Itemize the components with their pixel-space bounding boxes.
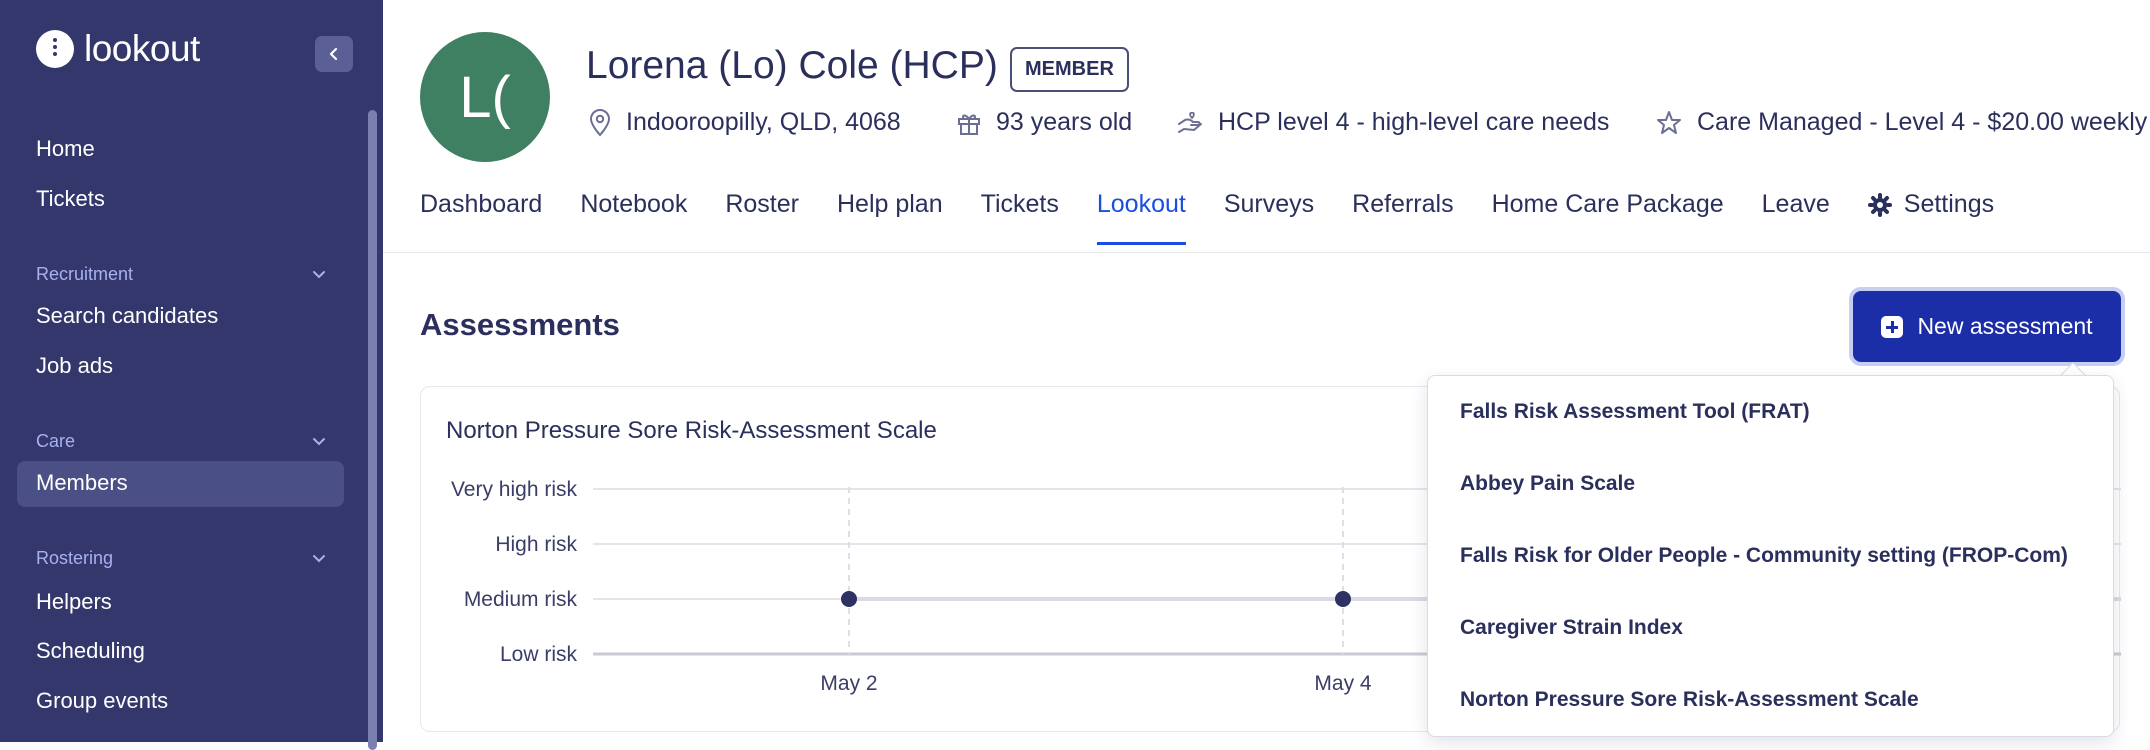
member-badge: MEMBER: [1010, 47, 1129, 92]
chevron-left-icon: [329, 47, 338, 61]
member-tabs: Dashboard Notebook Roster Help plan Tick…: [420, 190, 1994, 245]
data-point: [1335, 591, 1351, 607]
tab-tickets[interactable]: Tickets: [981, 190, 1059, 245]
gear-icon: [1867, 192, 1892, 217]
tab-settings[interactable]: Settings: [1867, 190, 1995, 245]
avatar: L(: [420, 32, 550, 162]
location-text: Indooroopilly, QLD, 4068: [626, 108, 901, 136]
chevron-down-icon: [313, 437, 325, 445]
sidebar-item-search-candidates[interactable]: Search candidates: [36, 303, 218, 329]
section-title: Assessments: [420, 307, 620, 342]
tab-dashboard[interactable]: Dashboard: [420, 190, 542, 245]
menu-item-abbey-pain-scale[interactable]: Abbey Pain Scale: [1460, 472, 1635, 496]
tab-leave[interactable]: Leave: [1762, 190, 1830, 245]
new-assessment-button[interactable]: New assessment: [1853, 291, 2121, 362]
sidebar-item-tickets[interactable]: Tickets: [36, 186, 105, 212]
y-tick-label: Low risk: [500, 643, 578, 666]
tab-label: Leave: [1761, 190, 1830, 218]
x-tick-label: May 4: [1314, 672, 1372, 695]
section-label: Rostering: [36, 548, 114, 568]
section-label: Care: [36, 431, 76, 451]
tab-home-care-package[interactable]: Home Care Package: [1492, 190, 1724, 245]
chevron-down-icon: [313, 554, 325, 562]
plus-square-icon: [1881, 315, 1904, 338]
sidebar-item-home[interactable]: Home: [36, 136, 95, 162]
new-assessment-menu: Falls Risk Assessment Tool (FRAT) Abbey …: [1427, 375, 2114, 737]
y-tick-label: Very high risk: [451, 478, 578, 501]
care-level-meta: HCP level 4 - high-level care needs: [1176, 108, 1609, 137]
menu-item-frat[interactable]: Falls Risk Assessment Tool (FRAT): [1460, 400, 1810, 424]
menu-item-caregiver-strain-index[interactable]: Caregiver Strain Index: [1460, 616, 1683, 640]
menu-item-frop-com[interactable]: Falls Risk for Older People - Community …: [1460, 544, 2068, 568]
location-pin-icon: [589, 108, 611, 136]
logo-text: lookout: [84, 28, 200, 69]
tab-label: Notebook: [580, 190, 688, 218]
x-tick-label: May 2: [820, 672, 877, 695]
y-tick-label: High risk: [495, 533, 577, 556]
sidebar-section-recruitment[interactable]: Recruitment: [36, 264, 326, 285]
tab-label: Tickets: [980, 190, 1059, 218]
care-level-text: HCP level 4 - high-level care needs: [1218, 108, 1610, 136]
package-text: Care Managed - Level 4 - $20.00 weekly: [1697, 108, 2148, 136]
logo[interactable]: lookout: [36, 28, 200, 70]
sidebar-item-group-events[interactable]: Group events: [36, 688, 168, 714]
sidebar-item-members[interactable]: Members: [36, 470, 128, 496]
package-meta: Care Managed - Level 4 - $20.00 weekly: [1655, 108, 2147, 137]
tab-help-plan[interactable]: Help plan: [837, 190, 943, 245]
tab-label: Settings: [1903, 190, 1995, 218]
tab-label: Home Care Package: [1491, 190, 1724, 218]
tab-notebook[interactable]: Notebook: [580, 190, 687, 245]
section-label: Recruitment: [36, 264, 134, 284]
age-meta: 93 years old: [956, 108, 1132, 137]
age-text: 93 years old: [996, 108, 1133, 136]
logo-icon: [36, 30, 74, 68]
gift-icon: [958, 114, 980, 135]
tab-label: Lookout: [1096, 190, 1186, 218]
menu-item-norton-scale[interactable]: Norton Pressure Sore Risk-Assessment Sca…: [1460, 688, 1919, 712]
tab-label: Dashboard: [420, 190, 543, 218]
sidebar-item-job-ads[interactable]: Job ads: [36, 353, 113, 379]
tab-label: Referrals: [1352, 190, 1454, 218]
tab-surveys[interactable]: Surveys: [1224, 190, 1314, 245]
sidebar-item-helpers[interactable]: Helpers: [36, 589, 112, 615]
sidebar-section-rostering[interactable]: Rostering: [36, 548, 326, 569]
location-meta: Indooroopilly, QLD, 4068: [588, 108, 901, 137]
tab-lookout[interactable]: Lookout: [1096, 190, 1186, 245]
collapse-sidebar-button[interactable]: [315, 36, 353, 72]
tabs-divider: [383, 252, 2150, 253]
tab-label: Surveys: [1223, 190, 1315, 218]
new-assessment-label: New assessment: [1917, 313, 2093, 339]
y-tick-label: Medium risk: [464, 588, 578, 611]
sidebar: lookout Home Tickets Recruitment Search …: [0, 0, 383, 750]
tab-label: Roster: [725, 190, 799, 218]
tab-referrals[interactable]: Referrals: [1352, 190, 1453, 245]
sidebar-section-care[interactable]: Care: [36, 431, 326, 452]
chevron-down-icon: [313, 270, 325, 278]
sidebar-item-scheduling[interactable]: Scheduling: [36, 638, 145, 664]
member-name: Lorena (Lo) Cole (HCP): [586, 44, 998, 87]
tab-roster[interactable]: Roster: [725, 190, 799, 245]
tab-label: Help plan: [836, 190, 943, 218]
sidebar-scrollbar[interactable]: [368, 110, 377, 750]
hand-heart-icon: [1178, 111, 1202, 133]
data-point: [841, 591, 857, 607]
star-icon: [1657, 110, 1681, 134]
